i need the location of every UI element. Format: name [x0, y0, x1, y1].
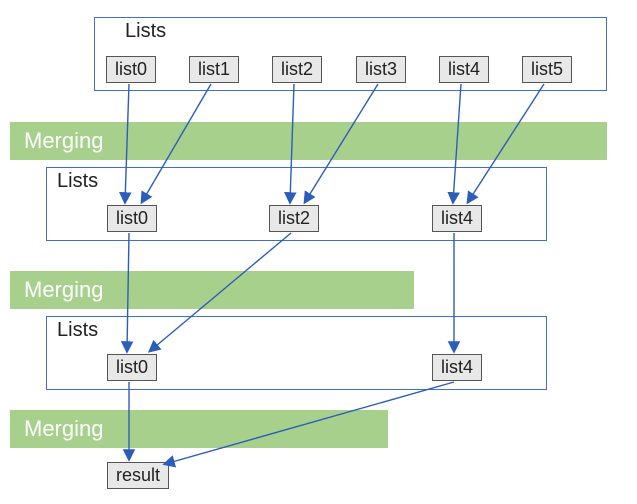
node-result: result	[107, 462, 169, 489]
merging-bar-3: Merging	[10, 410, 388, 448]
lists-title-1: Lists	[57, 170, 98, 193]
node-l1-list0: list0	[107, 205, 157, 232]
node-l0-list2: list2	[272, 56, 322, 83]
merging-bar-2: Merging	[10, 271, 414, 309]
node-l0-list3: list3	[356, 56, 406, 83]
lists-title-0: Lists	[125, 20, 166, 43]
node-l2-list0: list0	[107, 354, 157, 381]
lists-title-2: Lists	[57, 319, 98, 342]
node-l0-list0: list0	[106, 56, 156, 83]
node-l0-list1: list1	[189, 56, 239, 83]
node-l0-list4: list4	[439, 56, 489, 83]
node-l1-list4: list4	[432, 205, 482, 232]
diagram-canvas: Lists list0 list1 list2 list3 list4 list…	[0, 0, 637, 504]
merging-bar-1: Merging	[10, 122, 607, 160]
node-l0-list5: list5	[522, 56, 572, 83]
node-l2-list4: list4	[432, 354, 482, 381]
node-l1-list2: list2	[269, 205, 319, 232]
